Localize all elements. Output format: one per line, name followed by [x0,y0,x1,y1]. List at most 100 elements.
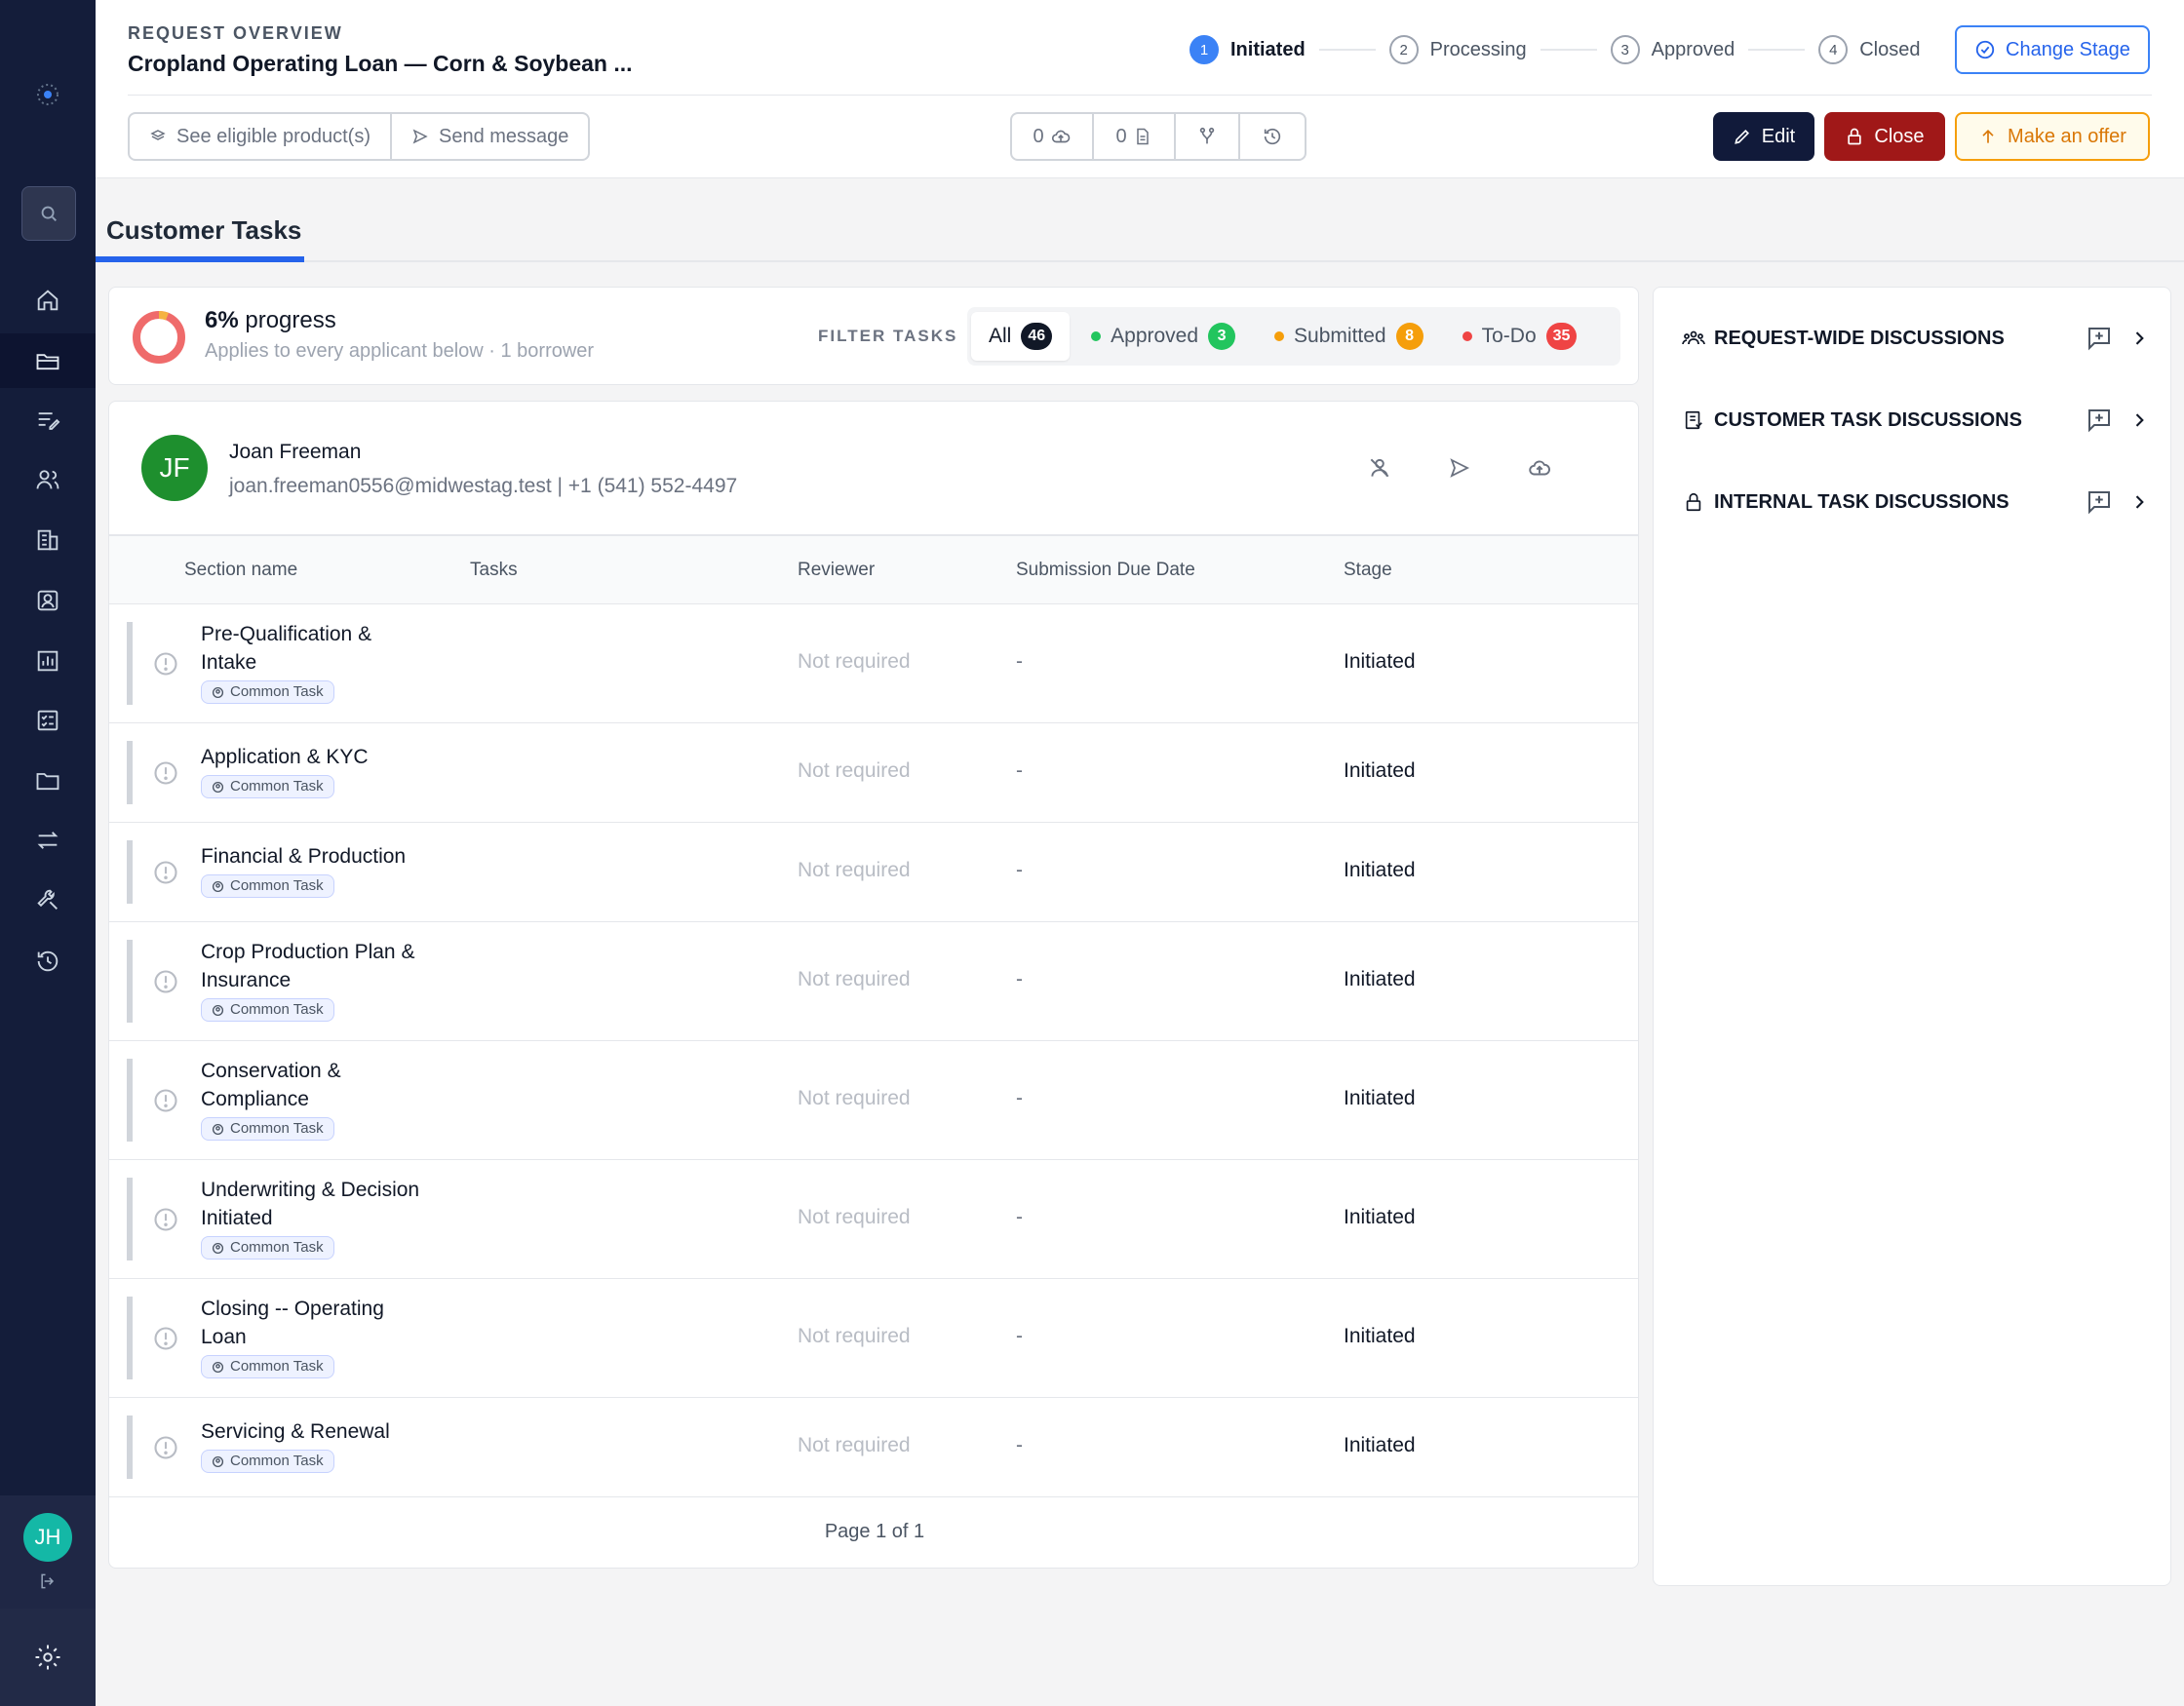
applicant-header: JF Joan Freeman joan.freeman0556@midwest… [109,402,1638,536]
tag-label: Common Task [230,877,324,894]
app-logo-icon[interactable] [29,76,66,113]
group-icon [212,1242,224,1254]
folder-icon [36,773,59,791]
remove-applicant-button[interactable] [1362,450,1397,485]
filter-approved[interactable]: Approved 3 [1073,312,1253,361]
see-eligible-products-label: See eligible product(s) [176,125,370,147]
add-comment-icon[interactable] [2085,324,2114,353]
sidebar-item-home[interactable] [0,273,96,328]
pencil-icon [1734,129,1749,144]
tab-bar: Customer Tasks [96,178,2184,262]
applicant-avatar: JF [141,435,208,501]
common-task-tag: Common Task [201,680,334,704]
chevron-right-icon[interactable] [2129,410,2149,430]
sidebar-item-history[interactable] [0,934,96,989]
request-wide-discussions[interactable]: REQUEST-WIDE DISCUSSIONS [1681,319,2149,358]
document-icon [1136,128,1149,145]
table-row[interactable]: Conservation & Compliance Common Task No… [109,1041,1638,1160]
table-row[interactable]: Underwriting & Decision Initiated Common… [109,1160,1638,1279]
stage-step-number: 1 [1190,35,1219,64]
settings-button[interactable] [0,1609,96,1706]
alert-circle-icon [154,1208,177,1231]
uploads-button[interactable]: 0 [1012,114,1094,159]
stage-connector [1748,49,1806,51]
group-icon [212,781,224,793]
stage-step-processing: 2 Processing [1388,35,1527,64]
tab-customer-tasks[interactable]: Customer Tasks [96,178,304,262]
due-date-value: - [1016,650,1023,673]
due-date-value: - [1016,1087,1023,1109]
filter-todo[interactable]: To-Do 35 [1445,312,1595,361]
checklist-icon [37,710,58,731]
stage-value: Initiated [1344,1434,1416,1456]
sidebar-item-requests[interactable] [0,333,96,388]
alert-circle-icon [154,861,177,884]
section-name-line: Underwriting & Decision [201,1179,420,1201]
due-date-value: - [1016,968,1023,990]
send-icon [412,129,428,144]
stage-stepper: 1 Initiated 2 Processing 3 Approved 4 Cl… [1190,34,1921,65]
group-icon [212,880,224,892]
table-row[interactable]: Crop Production Plan & Insurance Common … [109,922,1638,1041]
table-row[interactable]: Financial & Production Common Task Not r… [109,823,1638,922]
section-name-line: Conservation & [201,1060,341,1082]
applicant-upload-button[interactable] [1522,450,1557,485]
stage-step-label: Approved [1651,38,1736,60]
chevron-right-icon[interactable] [2129,329,2149,348]
reviewer-value: Not required [798,759,911,782]
edit-button[interactable]: Edit [1713,112,1814,161]
request-tools-group: 0 0 [1010,112,1306,161]
history-icon [1264,128,1281,145]
sidebar-item-organizations[interactable] [0,513,96,567]
reviewer-value: Not required [798,859,911,881]
logout-icon[interactable] [38,1571,58,1591]
section-name: Financial & Production Common Task [201,842,435,901]
filter-all[interactable]: All 46 [971,312,1071,361]
sidebar-item-checklists[interactable] [0,693,96,748]
make-offer-label: Make an offer [2008,125,2126,147]
sidebar-item-reports[interactable] [0,634,96,688]
internal-task-discussions[interactable]: INTERNAL TASK DISCUSSIONS [1681,483,2149,522]
change-stage-button[interactable]: Change Stage [1955,25,2150,74]
history-button[interactable] [1240,114,1305,159]
sidebar-item-contacts[interactable] [0,573,96,628]
branch-button[interactable] [1176,114,1240,159]
folder-open-icon [36,354,59,370]
stage-step-number: 4 [1818,35,1849,64]
edit-label: Edit [1761,125,1796,147]
page-title: Cropland Operating Loan — Corn & Soybean… [128,51,633,76]
section-name-line: Application & KYC [201,746,369,768]
col-tasks[interactable]: Tasks [470,560,518,581]
sidebar-item-tasks[interactable] [0,392,96,446]
documents-button[interactable]: 0 [1094,114,1176,159]
due-date-value: - [1016,859,1023,881]
add-comment-icon[interactable] [2085,406,2114,435]
see-eligible-products-button[interactable]: See eligible product(s) [130,114,392,159]
sidebar-item-tools[interactable] [0,872,96,927]
col-reviewer[interactable]: Reviewer [798,560,875,581]
customer-task-discussions[interactable]: CUSTOMER TASK DISCUSSIONS [1681,401,2149,440]
close-request-button[interactable]: Close [1824,112,1945,161]
table-row[interactable]: Servicing & Renewal Common Task Not requ… [109,1398,1638,1497]
alert-circle-icon [154,761,177,785]
sidebar-item-customers[interactable] [0,452,96,507]
table-row[interactable]: Application & KYC Common Task Not requir… [109,723,1638,823]
filter-submitted[interactable]: Submitted 8 [1257,312,1441,361]
sidebar-item-transfers[interactable] [0,813,96,868]
chevron-right-icon[interactable] [2129,492,2149,512]
discussion-label: REQUEST-WIDE DISCUSSIONS [1714,327,2005,349]
send-applicant-message-button[interactable] [1442,450,1477,485]
col-due-date[interactable]: Submission Due Date [1016,560,1195,581]
table-row[interactable]: Closing -- Operating Loan Common Task No… [109,1279,1638,1398]
sidebar-search-button[interactable] [21,186,76,241]
reviewer-value: Not required [798,1206,911,1228]
make-offer-button[interactable]: Make an offer [1955,112,2150,161]
col-section-name[interactable]: Section name [184,560,297,581]
section-name: Servicing & Renewal Common Task [201,1417,435,1476]
user-avatar[interactable]: JH [23,1513,72,1562]
table-row[interactable]: Pre-Qualification & Intake Common Task N… [109,604,1638,723]
sidebar-item-documents[interactable] [0,754,96,808]
col-stage[interactable]: Stage [1344,560,1392,581]
send-message-button[interactable]: Send message [392,114,588,159]
add-comment-icon[interactable] [2085,487,2114,517]
